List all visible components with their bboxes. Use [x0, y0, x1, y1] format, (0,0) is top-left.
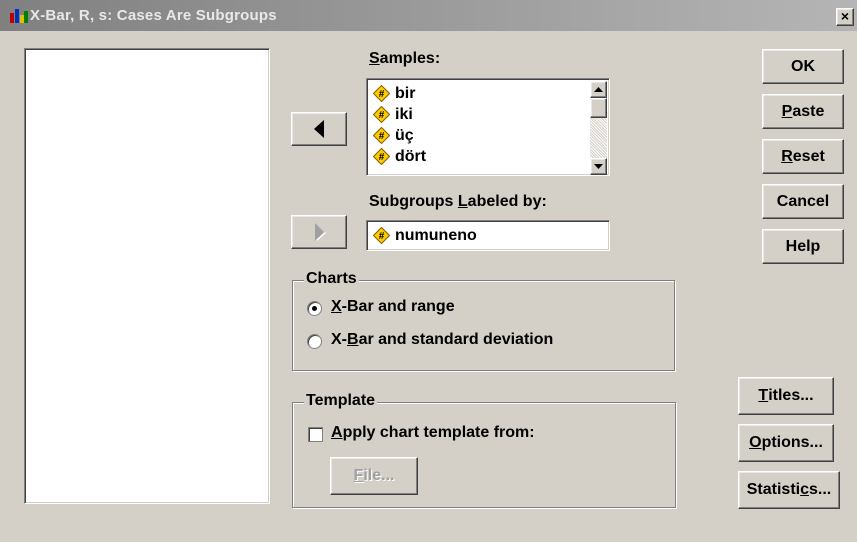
template-group-title: Template — [304, 392, 378, 410]
xbar-stddev-label[interactable]: X-Bar and standard deviation — [331, 331, 553, 349]
xbar-stddev-radio[interactable] — [307, 334, 322, 349]
scroll-track[interactable] — [590, 118, 607, 158]
xbar-range-label[interactable]: X-Bar and range — [331, 298, 455, 316]
charts-groupbox — [292, 280, 675, 371]
xbar-range-radio[interactable] — [307, 301, 322, 316]
move-to-subgroups-button[interactable] — [291, 215, 347, 249]
source-variable-list[interactable] — [24, 48, 270, 504]
scroll-down-icon — [594, 164, 603, 169]
samples-scrollbar[interactable] — [590, 81, 607, 175]
move-to-samples-button[interactable] — [291, 112, 347, 146]
numeric-variable-icon: # — [373, 127, 390, 144]
numeric-variable-icon: # — [373, 106, 390, 123]
title-bar[interactable]: X-Bar, R, s: Cases Are Subgroups × — [0, 0, 857, 31]
scroll-down-button[interactable] — [590, 158, 607, 175]
subgroups-labeled-by-field[interactable]: # numuneno — [366, 220, 610, 251]
list-item[interactable]: # iki — [373, 104, 415, 125]
samples-label: Samples: — [369, 50, 441, 67]
reset-button[interactable]: Reset — [762, 139, 844, 174]
charts-group-title: Charts — [304, 270, 359, 288]
subgroup-variable: # numuneno — [373, 225, 479, 246]
titles-button[interactable]: Titles... — [738, 377, 834, 415]
close-icon: × — [840, 8, 850, 24]
svg-text:#: # — [379, 89, 385, 100]
close-button[interactable]: × — [836, 8, 854, 26]
paste-button[interactable]: Paste — [762, 94, 844, 129]
svg-text:#: # — [379, 231, 385, 242]
ok-button[interactable]: OK — [762, 49, 844, 84]
arrow-left-icon — [314, 120, 324, 138]
spss-app-icon — [10, 9, 28, 23]
file-button[interactable]: File... — [330, 457, 418, 495]
subgroups-label: Subgroups Labeled by: — [369, 193, 547, 210]
scroll-up-icon — [594, 87, 603, 92]
svg-text:#: # — [379, 110, 385, 121]
apply-template-checkbox[interactable] — [308, 427, 323, 442]
numeric-variable-icon: # — [373, 227, 390, 244]
statistics-button[interactable]: Statisti c s... — [738, 471, 840, 509]
cancel-button[interactable]: Cancel — [762, 184, 844, 219]
apply-template-label[interactable]: Apply chart template from: — [331, 424, 535, 442]
dialog-window: X-Bar, R, s: Cases Are Subgroups × Sampl… — [0, 0, 857, 542]
svg-text:#: # — [379, 131, 385, 142]
radio-selected-dot — [312, 306, 317, 311]
scroll-up-button[interactable] — [590, 81, 607, 98]
numeric-variable-icon: # — [373, 148, 390, 165]
samples-list[interactable]: # bir # iki # üç # dört — [366, 78, 610, 176]
options-button[interactable]: Options... — [738, 424, 834, 462]
numeric-variable-icon: # — [373, 85, 390, 102]
list-item[interactable]: # üç — [373, 125, 416, 146]
window-title: X-Bar, R, s: Cases Are Subgroups — [30, 7, 277, 24]
list-item[interactable]: # dört — [373, 146, 428, 167]
help-button[interactable]: Help — [762, 229, 844, 264]
arrow-right-icon — [315, 223, 326, 241]
scroll-thumb[interactable] — [590, 98, 607, 118]
list-item[interactable]: # bir — [373, 83, 417, 104]
svg-text:#: # — [379, 152, 385, 163]
